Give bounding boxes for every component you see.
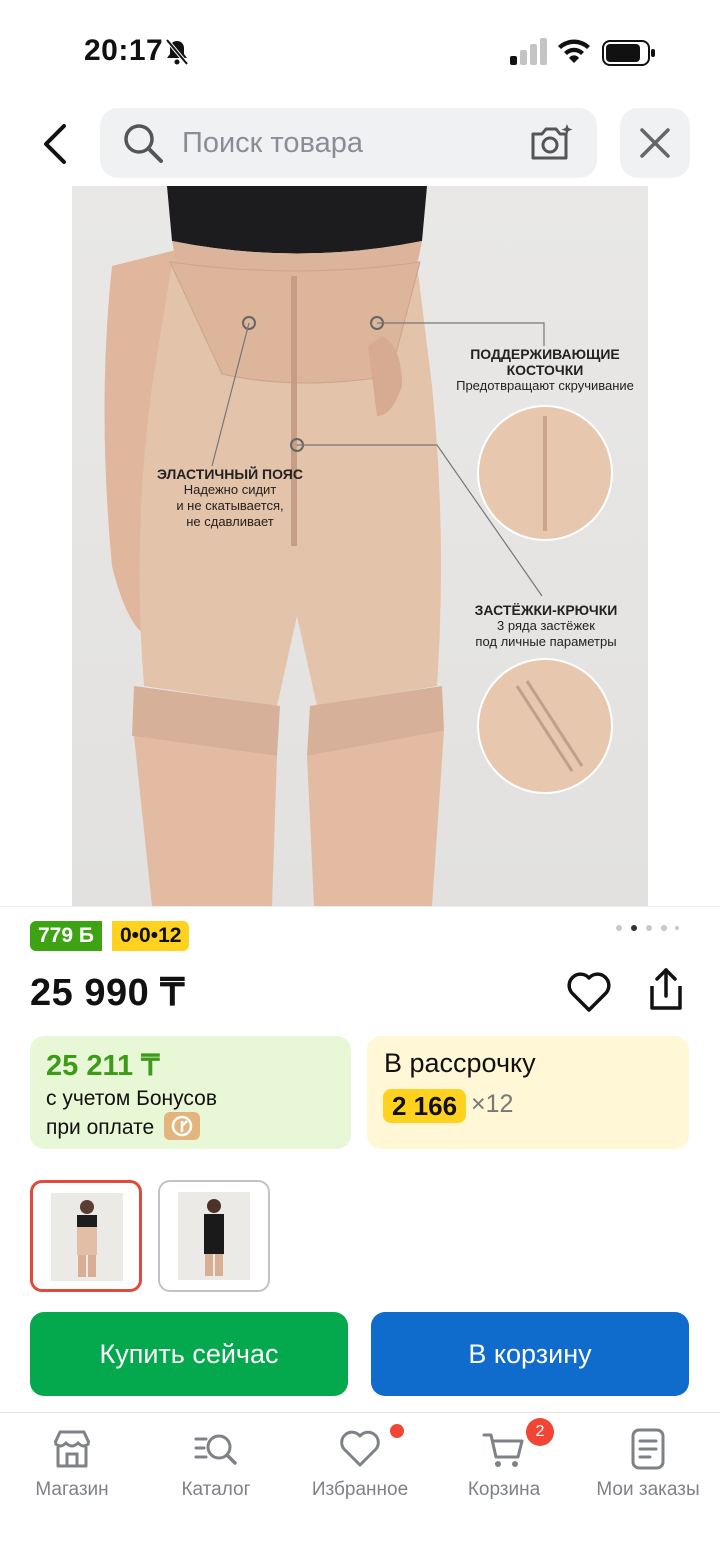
favorite-heart-icon[interactable] [566,970,612,1014]
orders-icon [631,1428,665,1470]
annotation-support-bones: ПОДДЕРЖИВАЮЩИЕ КОСТОЧКИ Предотвращают ск… [456,346,634,393]
carousel-indicator [616,925,682,933]
bell-muted-icon [165,38,189,66]
buy-now-button[interactable]: Купить сейчас [30,1312,348,1396]
cart-count-badge: 2 [526,1418,554,1446]
signal-icon [510,38,547,65]
annotation-elastic-belt: ЭЛАСТИЧНЫЙ ПОЯС Надежно сидит и не скаты… [157,466,303,529]
search-bar[interactable] [100,108,597,178]
product-illustration [104,186,613,906]
back-button[interactable] [36,120,76,168]
installment-months: ×12 [471,1090,514,1118]
wifi-icon [558,39,590,63]
share-icon[interactable] [644,966,688,1014]
bonus-caption: с учетом Бонусов [46,1087,217,1110]
heart-icon [340,1430,380,1467]
add-to-cart-button[interactable]: В корзину [371,1312,689,1396]
thumbnail-image [77,1200,97,1277]
installment-card[interactable]: В рассрочку 2 166 ×12 [367,1036,689,1149]
product-price: 25 990 ₸ [30,972,185,1014]
tab-my-orders[interactable]: Мои заказы [576,1413,720,1523]
tab-cart[interactable]: Корзина [432,1413,576,1523]
bonus-caption-2: при оплате [46,1116,155,1139]
tab-bar: Магазин Каталог Избранное Корзина Мои за… [0,1412,720,1564]
installment-badge: 0•0•12 [112,921,190,951]
divider [0,906,720,907]
camera-search-icon[interactable] [528,122,574,164]
variant-thumbnail-black[interactable] [158,1180,270,1292]
variant-thumbnail-beige[interactable] [30,1180,142,1292]
catalog-icon [194,1434,237,1465]
bonus-price: 25 211 ₸ [46,1050,160,1082]
battery-icon [602,40,655,66]
kaspi-logo-icon [164,1112,200,1140]
close-button[interactable] [620,108,690,178]
product-image[interactable]: ЭЛАСТИЧНЫЙ ПОЯС Надежно сидит и не скаты… [72,186,648,906]
bonus-badge: 779 Б [30,921,102,951]
tab-catalog[interactable]: Каталог [144,1413,288,1523]
installment-title: В рассрочку [384,1048,536,1078]
favorites-notification-dot [390,1424,404,1438]
cart-icon [482,1433,524,1467]
installment-amount: 2 166 [383,1089,467,1123]
close-icon [640,128,670,158]
annotation-hooks: ЗАСТЁЖКИ-КРЮЧКИ 3 ряда застёжек под личн… [474,602,618,649]
tab-favorites[interactable]: Избранное [288,1413,432,1523]
bonus-price-card[interactable]: 25 211 ₸ с учетом Бонусов при оплате [30,1036,351,1149]
thumbnail-image [204,1199,224,1276]
tab-store[interactable]: Магазин [0,1413,144,1523]
search-input[interactable] [182,122,512,164]
status-bar: 20:17 [0,0,720,100]
status-time: 20:17 [84,34,164,67]
search-icon [124,124,163,163]
store-icon [53,1430,91,1468]
